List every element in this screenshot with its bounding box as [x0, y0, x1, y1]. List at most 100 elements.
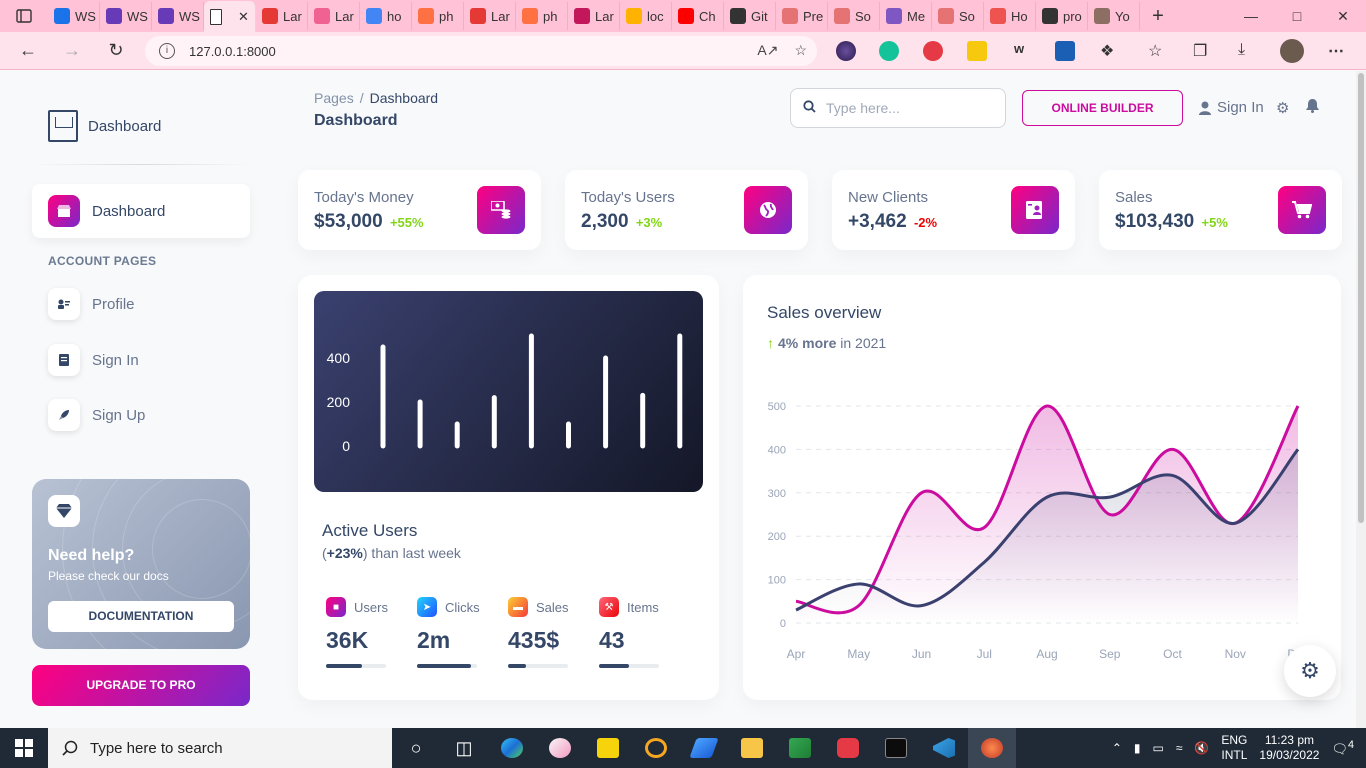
metric-progress-fill	[599, 664, 629, 668]
pen-app-icon[interactable]	[680, 728, 728, 768]
stat-label: Today's Money	[314, 189, 414, 206]
configurator-gear-button[interactable]: ⚙	[1284, 645, 1336, 697]
sign-in-link[interactable]: Sign In	[1199, 99, 1264, 116]
tab-label: Git	[751, 8, 768, 24]
tab-favicon-icon	[106, 8, 122, 24]
browser-tab[interactable]: WS	[152, 2, 204, 30]
upgrade-to-pro-button[interactable]: UPGRADE TO PRO	[32, 665, 250, 706]
browser-tab[interactable]: Lar	[568, 2, 620, 30]
refresh-button[interactable]: ↻	[94, 40, 138, 61]
downloads-icon[interactable]: ⤓	[1238, 41, 1245, 59]
search-box[interactable]	[790, 88, 1006, 128]
browser-tab[interactable]: WS	[48, 2, 100, 30]
sidebar-item-sign-in[interactable]: Sign In	[48, 344, 139, 376]
browser-tab[interactable]: WS	[100, 2, 152, 30]
usb-icon[interactable]: ▮	[1134, 741, 1141, 755]
browser-app-icon[interactable]	[968, 728, 1016, 768]
meet-icon[interactable]	[776, 728, 824, 768]
sidebar-item-sign-up[interactable]: Sign Up	[48, 399, 145, 431]
browser-tab[interactable]: Lar	[256, 2, 308, 30]
browser-tab[interactable]: Ho	[984, 2, 1036, 30]
more-menu-icon[interactable]: ⋯	[1328, 41, 1344, 61]
browser-tab[interactable]: pro	[1036, 2, 1088, 30]
tab-label: ph	[543, 8, 558, 24]
video-app-icon[interactable]	[824, 728, 872, 768]
task-view-icon[interactable]: ◫	[440, 728, 488, 768]
tab-label: Lar	[283, 8, 302, 24]
cortana-icon[interactable]: ○	[392, 728, 440, 768]
browser-tab[interactable]: Lar	[308, 2, 360, 30]
tab-favicon-icon	[834, 8, 850, 24]
online-builder-button[interactable]: ONLINE BUILDER	[1022, 90, 1183, 126]
documentation-button[interactable]: DOCUMENTATION	[48, 601, 234, 632]
url-field[interactable]: i 127.0.0.1:8000 A↗ ☆	[145, 36, 817, 66]
browser-tab[interactable]: Yo	[1088, 2, 1140, 30]
minimize-button[interactable]: —	[1228, 0, 1274, 32]
sidebar-brand[interactable]: Dashboard	[48, 110, 161, 142]
wifi-icon[interactable]: ≈	[1176, 741, 1183, 755]
battery-icon[interactable]: ▭	[1152, 741, 1163, 755]
language-indicator[interactable]: ENG INTL	[1221, 733, 1247, 763]
extension-yellow-icon[interactable]	[967, 41, 987, 61]
extensions-puzzle-icon[interactable]: ❖	[1100, 41, 1114, 61]
collections-icon[interactable]: ❐	[1193, 41, 1207, 61]
metric-items: ⚒ Items 43	[599, 597, 679, 668]
maximize-button[interactable]: □	[1274, 0, 1320, 32]
settings-gear-icon[interactable]: ⚙	[1276, 99, 1289, 117]
tab-favicon-icon	[1042, 8, 1058, 24]
add-favorite-icon[interactable]: ☆	[794, 42, 807, 59]
extension-icon[interactable]	[836, 41, 856, 61]
browser-tab[interactable]: ph	[412, 2, 464, 30]
breadcrumb-root[interactable]: Pages	[314, 90, 354, 106]
close-window-button[interactable]: ✕	[1320, 0, 1366, 32]
taskbar-clock[interactable]: 11:23 pm 19/03/2022	[1259, 733, 1319, 763]
browser-tab[interactable]: loc	[620, 2, 672, 30]
back-button[interactable]: ←	[6, 40, 50, 61]
terminal-icon[interactable]	[872, 728, 920, 768]
tab-close-icon[interactable]: ✕	[238, 9, 249, 25]
windows-start-icon[interactable]	[0, 728, 48, 768]
show-hidden-icons[interactable]: ⌃	[1112, 741, 1122, 755]
browser-tab[interactable]: ph	[516, 2, 568, 30]
browser-tab[interactable]: ✕	[204, 1, 256, 32]
notification-center-icon[interactable]: 🗨4	[1331, 739, 1354, 757]
media-player-icon[interactable]	[632, 728, 680, 768]
extension-red-icon[interactable]	[923, 41, 943, 61]
browser-tab[interactable]: So	[828, 2, 880, 30]
browser-tab[interactable]: Pre	[776, 2, 828, 30]
extension-w-icon[interactable]: w	[1014, 41, 1024, 56]
volume-muted-icon[interactable]: 🔇	[1194, 741, 1209, 755]
profile-avatar[interactable]	[1280, 39, 1304, 63]
tab-label: ho	[387, 8, 402, 24]
new-tab-button[interactable]: +	[1140, 5, 1176, 28]
browser-tab[interactable]: Lar	[464, 2, 516, 30]
browser-tab[interactable]: ho	[360, 2, 412, 30]
vscode-icon[interactable]	[920, 728, 968, 768]
grammarly-icon[interactable]	[879, 41, 899, 61]
sidebar-item-dashboard[interactable]: Dashboard	[32, 184, 250, 238]
tab-label: Lar	[335, 8, 354, 24]
tab-actions-icon[interactable]	[0, 0, 48, 32]
browser-tab[interactable]: Git	[724, 2, 776, 30]
chart-y-tick: 500	[768, 401, 786, 413]
browser-tab[interactable]: Me	[880, 2, 932, 30]
favorites-icon[interactable]: ☆	[1148, 41, 1162, 61]
extension-blue-icon[interactable]	[1055, 41, 1075, 61]
url-text[interactable]: 127.0.0.1:8000	[189, 44, 276, 59]
search-input[interactable]	[826, 100, 986, 116]
notifications-bell-icon[interactable]	[1306, 99, 1319, 117]
file-explorer-icon[interactable]	[728, 728, 776, 768]
scrollbar-thumb[interactable]	[1358, 73, 1364, 523]
taskbar-search[interactable]: Type here to search	[48, 728, 392, 768]
page-scrollbar[interactable]	[1356, 71, 1366, 728]
browser-tab[interactable]: Ch	[672, 2, 724, 30]
info-icon[interactable]: i	[159, 43, 175, 59]
sticky-notes-icon[interactable]	[584, 728, 632, 768]
active-users-card: 0 200 400 Active Users (+23%) than last we…	[298, 275, 719, 700]
read-aloud-icon[interactable]: A↗	[757, 42, 778, 59]
forward-button[interactable]: →	[50, 40, 94, 61]
edge-icon[interactable]	[488, 728, 536, 768]
paint-icon[interactable]	[536, 728, 584, 768]
browser-tab[interactable]: So	[932, 2, 984, 30]
sidebar-item-profile[interactable]: Profile	[48, 288, 135, 320]
